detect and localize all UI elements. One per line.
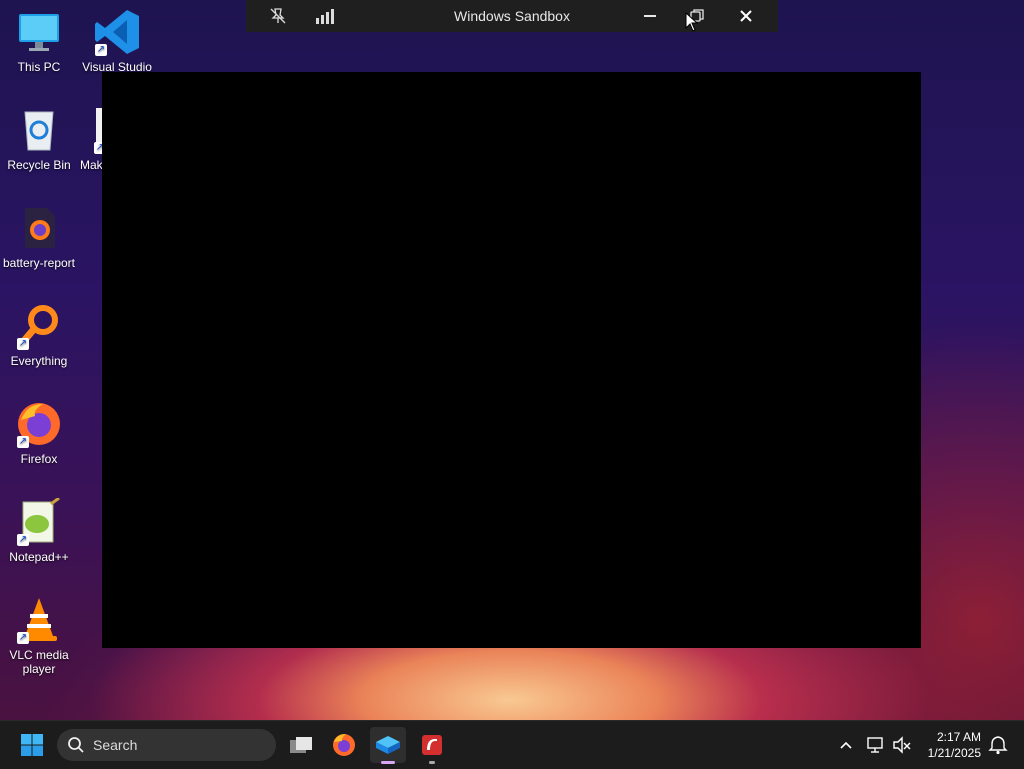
everything-search-icon: ↗ xyxy=(15,302,63,350)
desktop-icon-label: Firefox xyxy=(20,452,58,466)
shortcut-arrow-icon: ↗ xyxy=(17,534,29,546)
windows-sandbox-icon xyxy=(376,736,400,754)
search-icon xyxy=(68,737,84,753)
vscode-icon: ↗ xyxy=(93,8,141,56)
desktop-icon-label: battery-report xyxy=(2,256,76,270)
running-indicator xyxy=(429,761,435,764)
task-view-button[interactable] xyxy=(283,727,319,763)
desktop-icon-label: Notepad++ xyxy=(9,550,69,564)
notepad-plus-plus-icon: ↗ xyxy=(15,496,63,546)
desktop-icon-this-pc[interactable]: This PC xyxy=(0,8,78,74)
desktop-icon-vlc[interactable]: ↗ VLC media player xyxy=(0,596,78,676)
shortcut-arrow-icon: ↗ xyxy=(95,44,107,56)
firefox-icon xyxy=(333,734,355,756)
notifications-button[interactable] xyxy=(980,727,1016,763)
desktop-icon-label: Recycle Bin xyxy=(7,158,71,172)
taskbar-app[interactable] xyxy=(414,727,450,764)
monitor-icon xyxy=(15,8,63,56)
taskbar-windows-sandbox[interactable] xyxy=(370,727,406,764)
notification-bell-icon xyxy=(988,736,1008,755)
desktop-icon-label: This PC xyxy=(17,60,61,74)
active-indicator xyxy=(381,761,395,764)
taskbar-firefox[interactable] xyxy=(326,727,362,763)
volume-muted-icon xyxy=(893,736,911,754)
mouse-cursor-icon xyxy=(685,12,699,32)
taskbar: Search 2:17 AM 1/21/2025 xyxy=(0,720,1024,769)
minimize-icon xyxy=(644,15,656,17)
desktop-icon-firefox[interactable]: ↗ Firefox xyxy=(0,400,78,466)
app-icon xyxy=(422,735,442,755)
chevron-up-icon xyxy=(840,741,852,749)
sandbox-title: Windows Sandbox xyxy=(454,8,570,24)
desktop-icon-everything[interactable]: ↗ Everything xyxy=(0,302,78,368)
desktop-icon-notepad-plus-plus[interactable]: ↗ Notepad++ xyxy=(0,496,78,564)
firefox-icon: ↗ xyxy=(15,400,63,448)
desktop-icon-visual-studio[interactable]: ↗ Visual Studio xyxy=(78,8,156,74)
unpin-icon[interactable] xyxy=(262,4,294,28)
desktop-icon-recycle-bin[interactable]: Recycle Bin xyxy=(0,106,78,172)
desktop-icon-label: VLC media player xyxy=(9,648,69,676)
vlc-icon: ↗ xyxy=(15,596,63,644)
search-placeholder: Search xyxy=(93,737,138,753)
network-icon xyxy=(867,737,883,753)
clock[interactable]: 2:17 AM 1/21/2025 xyxy=(928,729,981,761)
clock-date: 1/21/2025 xyxy=(927,746,981,760)
start-button[interactable] xyxy=(14,727,50,763)
recycle-bin-icon xyxy=(15,106,63,154)
shortcut-arrow-icon: ↗ xyxy=(17,632,29,644)
shortcut-arrow-icon: ↗ xyxy=(17,338,29,350)
connection-bars-icon[interactable] xyxy=(310,4,342,28)
shortcut-arrow-icon: ↗ xyxy=(17,436,29,448)
windows-start-icon xyxy=(21,734,43,756)
minimize-button[interactable] xyxy=(634,4,666,28)
desktop-icon-battery-report[interactable]: battery-report xyxy=(0,204,78,270)
close-icon xyxy=(740,10,752,22)
clock-time: 2:17 AM xyxy=(936,730,981,744)
taskbar-search-box[interactable]: Search xyxy=(57,729,276,761)
volume-button[interactable] xyxy=(884,727,920,763)
desktop-icon-label: Everything xyxy=(10,354,68,368)
task-view-icon xyxy=(290,737,312,753)
sandbox-content-area[interactable] xyxy=(102,72,921,648)
firefox-html-file-icon xyxy=(15,204,63,252)
close-button[interactable] xyxy=(730,4,762,28)
